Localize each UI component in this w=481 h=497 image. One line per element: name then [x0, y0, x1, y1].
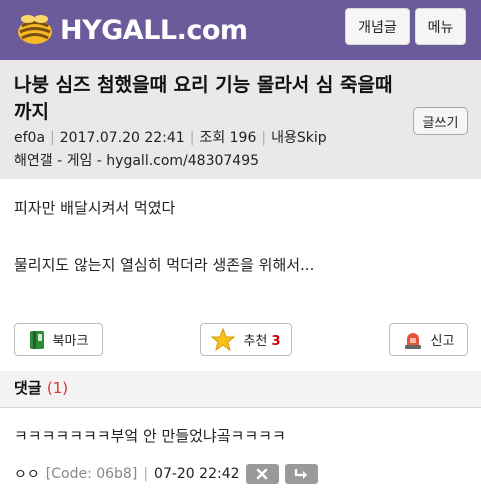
menu-button[interactable]: 메뉴 — [415, 8, 466, 45]
content-skip-link[interactable]: 내용Skip — [271, 130, 327, 146]
post-body-line: 물리지도 않는지 열심히 먹더라 생존을 위해서... — [14, 256, 315, 274]
comment-label: 댓글 — [14, 379, 42, 397]
comment-code: [Code: 06b8] — [45, 466, 138, 482]
comment-datetime: 07-20 22:42 — [154, 466, 240, 482]
comment-title: 댓글 (1) — [14, 377, 68, 398]
star-icon — [211, 327, 236, 351]
divider: | — [50, 130, 55, 146]
site-logo[interactable]: HYGALL.com — [14, 12, 248, 48]
bookmark-label: 북마크 — [52, 334, 89, 349]
comment-section-header: 댓글 (1) — [0, 371, 481, 407]
board-path[interactable]: 해연갤 - 게임 - hygall.com/48307495 — [14, 150, 259, 170]
logo-bee-icon — [18, 15, 52, 44]
bookmark-button[interactable]: 북마크 — [14, 323, 103, 356]
divider: | — [189, 130, 195, 146]
post-views: 조회 196 — [199, 130, 257, 146]
report-label: 신고 — [430, 334, 455, 349]
bookmark-icon — [29, 330, 44, 349]
reply-arrow-icon — [294, 469, 308, 479]
delete-comment-button[interactable] — [245, 464, 279, 484]
post-meta: ef0a | 2017.07.20 22:41 | 조회 196 | 내용Skip — [14, 127, 327, 147]
comment-count: (1) — [46, 379, 69, 397]
divider: | — [143, 466, 149, 482]
top-header: HYGALL.com 개념글 메뉴 — [0, 0, 481, 60]
post-action-bar: 북마크 추천 3 신고 — [0, 323, 481, 357]
post-title: 나붕 심즈 첨했을때 요리 기능 몰라서 심 죽을때까지 — [14, 74, 393, 123]
divider — [0, 407, 481, 408]
siren-icon — [404, 332, 421, 349]
report-button[interactable]: 신고 — [389, 323, 468, 356]
logo-text: HYGALL.com — [60, 14, 248, 46]
comment-author: ㅇㅇ — [14, 467, 40, 483]
post-body: 피자만 배달시켜서 먹였다 물리지도 않는지 열심히 먹더라 생존을 위해서..… — [14, 197, 469, 311]
recommend-text: 추천 — [243, 334, 268, 349]
post-datetime: 2017.07.20 22:41 — [59, 130, 185, 146]
recommend-label: 추천 3 — [243, 330, 280, 349]
recommend-button[interactable]: 추천 3 — [200, 323, 292, 356]
recommend-count: 3 — [271, 334, 281, 349]
concept-posts-button[interactable]: 개념글 — [345, 8, 410, 45]
post-body-line: 피자만 배달시켜서 먹였다 — [14, 199, 176, 217]
divider: | — [261, 130, 267, 146]
close-icon — [256, 468, 268, 480]
comment-text: ㅋㅋㅋㅋㅋㅋㅋ부엌 안 만들었냐곸ㅋㅋㅋㅋ — [14, 427, 286, 445]
post-author[interactable]: ef0a — [14, 130, 45, 146]
comment-meta: ㅇㅇ [Code: 06b8] | 07-20 22:42 — [14, 464, 318, 484]
reply-comment-button[interactable] — [284, 464, 318, 484]
write-button[interactable]: 글쓰기 — [413, 107, 468, 135]
